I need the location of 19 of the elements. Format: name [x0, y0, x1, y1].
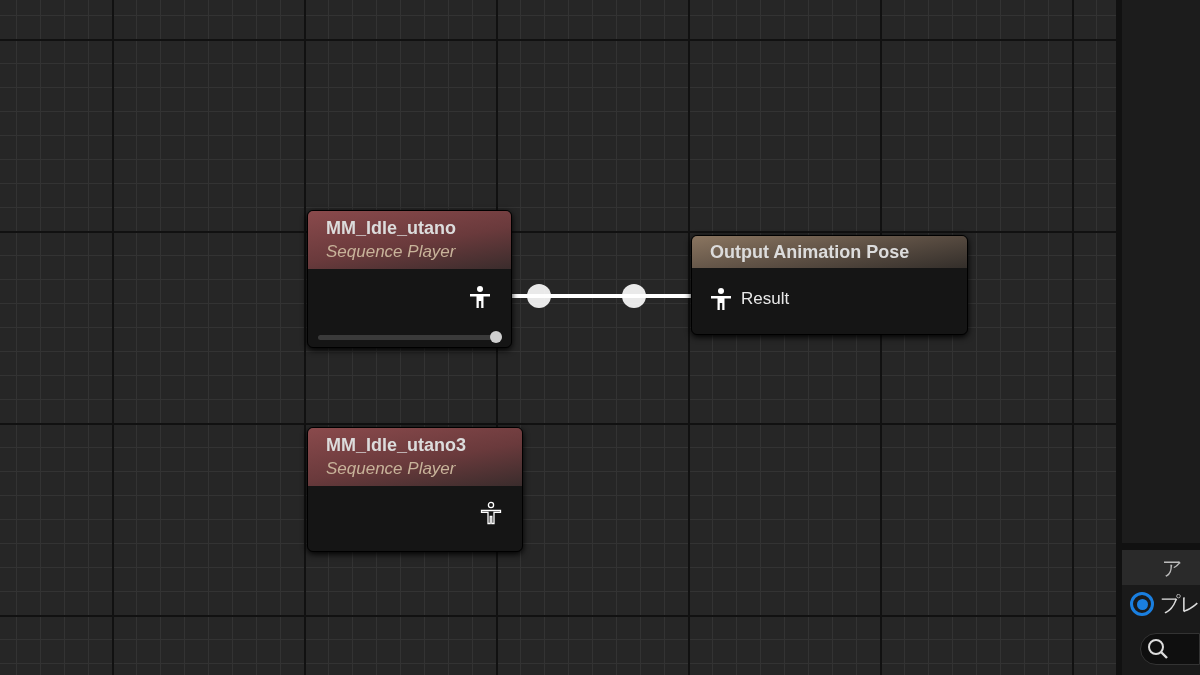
search-icon [1146, 637, 1170, 661]
node-title: MM_Idle_utano3 [326, 434, 467, 456]
pose-pin-icon[interactable] [469, 285, 491, 309]
node-title: Output Animation Pose [710, 241, 910, 263]
radio-label: プレ [1160, 592, 1200, 617]
search-field[interactable] [1140, 633, 1200, 665]
section-header[interactable]: ア [1122, 543, 1200, 585]
graph-node[interactable]: MM_Idle_utano3 Sequence Player [307, 427, 523, 552]
node-title: MM_Idle_utano [326, 217, 456, 239]
radio-option[interactable]: プレ [1122, 585, 1200, 623]
node-subtitle: Sequence Player [326, 459, 456, 479]
pose-pin-icon[interactable] [480, 501, 502, 525]
slider-thumb[interactable] [490, 331, 502, 343]
node-subtitle: Sequence Player [326, 242, 456, 262]
graph-node[interactable]: MM_Idle_utano Sequence Player [307, 210, 512, 348]
pin-label: Result [741, 288, 790, 310]
pose-pin-icon[interactable] [710, 286, 732, 311]
radio-button[interactable] [1130, 592, 1154, 616]
graph-node[interactable]: Output Animation Pose Result [691, 235, 968, 335]
